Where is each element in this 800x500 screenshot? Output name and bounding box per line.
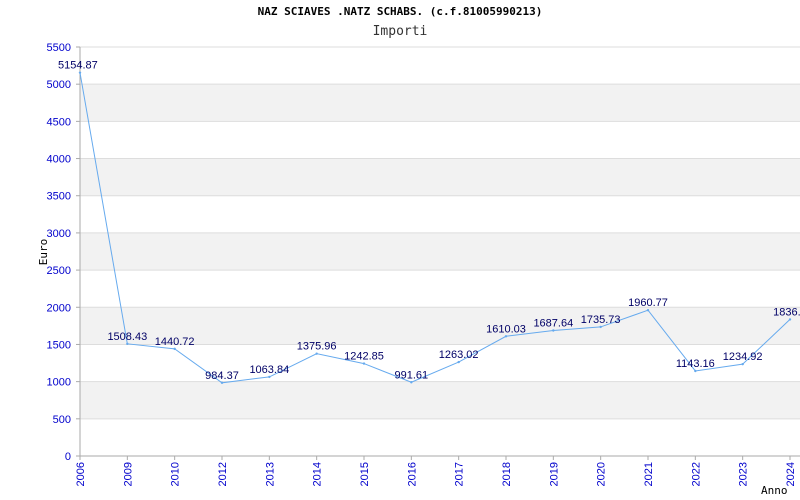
x-tick-label: 2015 [359,462,371,486]
data-point [788,318,792,321]
y-tick-label: 2500 [47,265,71,277]
y-tick-label: 3000 [47,228,71,240]
data-label: 1836.9 [773,306,800,318]
x-tick-label: 2017 [454,462,466,486]
data-point [220,381,224,384]
y-tick-label: 3500 [47,191,71,203]
x-axis-label: Anno [761,484,788,497]
x-tick-label: 2023 [738,462,750,486]
y-tick-label: 5000 [47,79,71,91]
data-point [268,375,271,379]
y-tick-label: 4000 [47,154,71,166]
data-point [315,352,318,355]
x-tick-label: 2021 [643,462,655,486]
y-tick-label: 0 [65,451,71,463]
data-label: 984.37 [205,370,239,382]
data-point [694,369,697,373]
data-point [410,381,413,384]
data-point [78,71,82,74]
data-point [173,347,176,351]
data-point [741,362,744,366]
data-label: 1143.16 [676,358,715,370]
x-tick-label: 2013 [264,462,276,486]
y-tick-label: 5500 [47,42,71,54]
x-tick-label: 2018 [501,462,513,486]
x-tick-label: 2020 [596,462,608,486]
data-label: 1735.73 [581,314,621,326]
x-tick-label: 2024 [785,462,797,486]
x-tick-label: 2009 [122,462,134,486]
data-point [126,342,129,346]
data-label: 1960.77 [628,297,668,309]
data-label: 5154.87 [58,60,98,72]
y-tick-label: 1500 [47,339,71,351]
grid-band [80,158,800,196]
data-label: 1610.03 [486,323,526,335]
data-point [646,308,650,312]
y-axis-label: Euro [37,239,50,266]
x-tick-label: 2010 [170,462,182,486]
data-point [457,360,460,364]
line-chart: 0 500 1000 1500 2000 2500 3000 3500 4000 4500 5000… [37,42,800,497]
x-tick-label: 2006 [75,462,87,486]
grid-band [80,381,800,419]
grid-band [80,232,800,271]
data-label: 991.61 [395,369,429,381]
x-tick-label: 2012 [217,462,229,486]
data-point [552,329,555,332]
data-label: 1263.02 [439,349,479,361]
data-point [599,325,602,329]
data-label: 1687.64 [533,318,573,330]
data-point [362,362,366,365]
data-label: 1063.84 [249,364,289,376]
grid-band [80,84,800,122]
y-tick-label: 4500 [47,116,71,128]
y-tick-label: 2000 [47,302,71,314]
data-label: 1242.85 [344,351,384,363]
x-tick-label: 2016 [406,462,418,486]
x-tick-label: 2014 [312,462,324,486]
data-label: 1508.43 [107,331,147,343]
data-label: 1440.72 [155,336,195,348]
data-label: 1375.96 [297,341,337,353]
data-point [504,335,508,338]
data-label: 1234.92 [723,351,763,363]
x-tick-label: 2019 [548,462,560,486]
y-tick-label: 500 [53,414,71,426]
x-tick-label: 2022 [690,462,702,486]
y-tick-label: 1000 [47,377,71,389]
